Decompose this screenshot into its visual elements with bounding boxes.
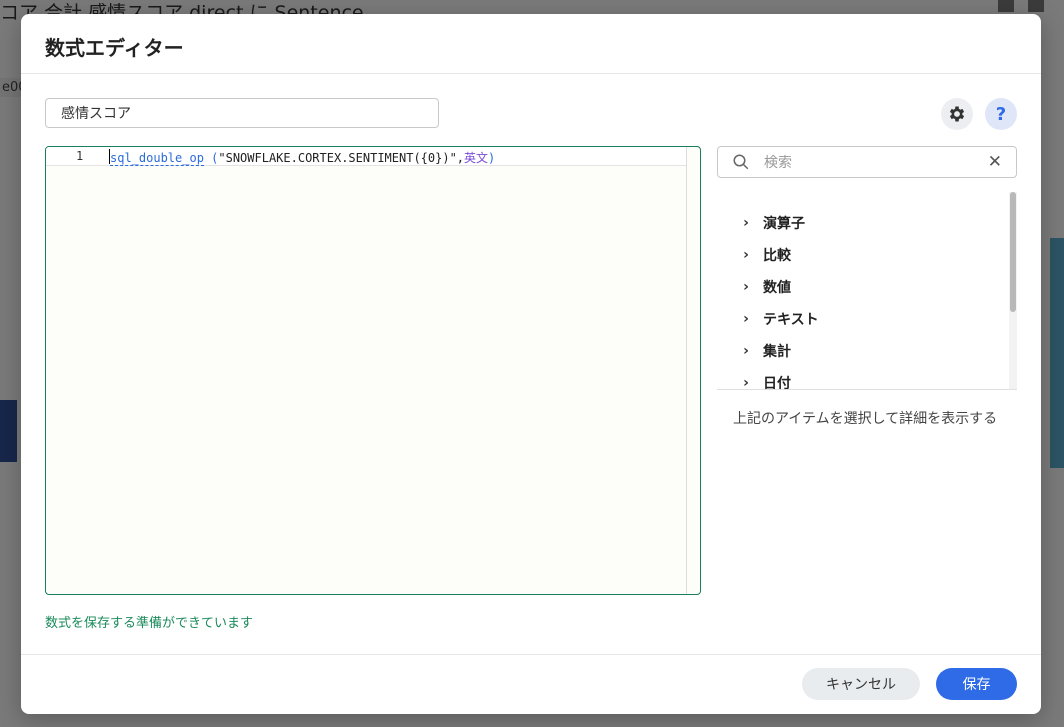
gear-icon [949, 106, 965, 122]
chevron-right-icon: › [743, 215, 749, 231]
dialog-footer: キャンセル 保存 [21, 654, 1041, 714]
formula-code-editor[interactable]: 1 sql_double_op ("SNOWFLAKE.CORTEX.SENTI… [45, 146, 701, 595]
category-scrollbar[interactable] [1009, 192, 1017, 389]
formula-code[interactable]: sql_double_op ("SNOWFLAKE.CORTEX.SENTIME… [110, 149, 495, 166]
chevron-right-icon: › [743, 375, 749, 390]
help-button[interactable]: ? [985, 98, 1017, 130]
category-label: 演算子 [763, 216, 805, 232]
category-label: 比較 [763, 248, 791, 264]
category-label: 数値 [763, 280, 791, 296]
category-label: テキスト [763, 312, 819, 328]
scrollbar-thumb[interactable] [1010, 192, 1016, 312]
function-search-box[interactable]: ✕ [717, 146, 1017, 179]
formula-editor-dialog: 数式エディター ? 1 sql_double_op ("SNOWFLAKE.CO… [21, 14, 1041, 714]
category-item-operators[interactable]: › 演算子 [737, 212, 805, 234]
code-field-reference[interactable]: 英文 [464, 151, 488, 165]
chevron-right-icon: › [743, 343, 749, 359]
category-item-numeric[interactable]: › 数値 [737, 276, 791, 298]
category-item-comparison[interactable]: › 比較 [737, 244, 791, 266]
category-item-text[interactable]: › テキスト [737, 308, 819, 330]
search-input[interactable] [762, 147, 976, 179]
search-icon [733, 154, 749, 170]
chevron-right-icon: › [743, 279, 749, 295]
category-label: 集計 [763, 344, 791, 360]
code-close-paren: ) [488, 151, 496, 165]
code-string-argument: "SNOWFLAKE.CORTEX.SENTIMENT({0})", [218, 151, 465, 165]
function-category-list: › 演算子 › 比較 › 数値 › テキスト › 集計 › 日付 [717, 192, 1017, 390]
save-button[interactable]: 保存 [936, 668, 1017, 700]
chevron-right-icon: › [743, 311, 749, 327]
detail-placeholder-text: 上記のアイテムを選択して詳細を表示する [733, 411, 998, 427]
code-open-paren: ( [203, 151, 219, 165]
cancel-button[interactable]: キャンセル [802, 668, 920, 700]
category-item-date[interactable]: › 日付 [737, 372, 791, 390]
settings-button[interactable] [941, 98, 973, 130]
chevron-right-icon: › [743, 247, 749, 263]
formula-status-message: 数式を保存する準備ができています [45, 616, 254, 631]
dialog-header: 数式エディター [21, 14, 1041, 74]
category-label: 日付 [763, 376, 791, 390]
help-icon: ? [995, 103, 1007, 125]
dialog-title: 数式エディター [45, 36, 184, 60]
field-name-input[interactable] [45, 98, 439, 128]
editor-scrollbar[interactable] [686, 147, 687, 594]
close-icon[interactable]: ✕ [988, 152, 1002, 172]
line-number: 1 [76, 149, 84, 163]
code-function-name[interactable]: sql_double_op [110, 151, 204, 166]
category-item-aggregate[interactable]: › 集計 [737, 340, 791, 362]
